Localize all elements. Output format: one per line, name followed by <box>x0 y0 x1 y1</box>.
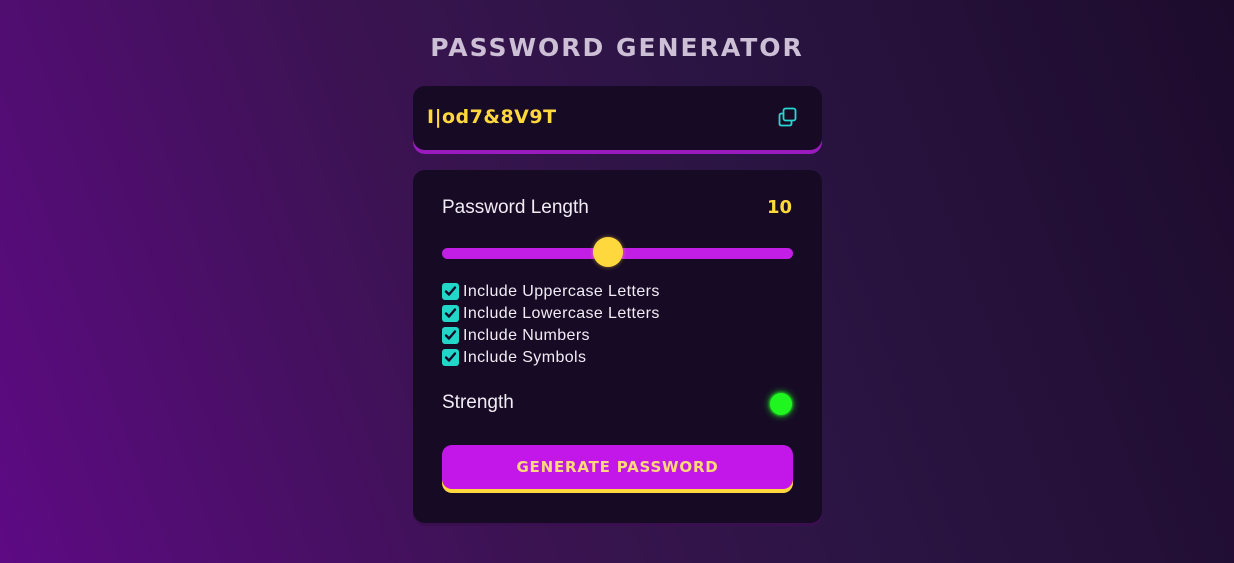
option-label: Include Uppercase Letters <box>463 283 660 300</box>
numbers-checkbox[interactable] <box>442 327 459 344</box>
check-icon <box>444 308 457 318</box>
password-display: I|od7&8V9T <box>413 86 822 150</box>
strength-label: Strength <box>442 392 514 413</box>
option-lowercase[interactable]: Include Lowercase Letters <box>442 303 660 325</box>
option-label: Include Symbols <box>463 349 587 366</box>
copy-icon[interactable] <box>777 106 799 128</box>
generated-password: I|od7&8V9T <box>427 106 557 128</box>
option-label: Include Numbers <box>463 327 590 344</box>
settings-panel: Password Length 10 Include Uppercase Let… <box>413 170 822 523</box>
strength-indicator <box>770 393 792 415</box>
option-label: Include Lowercase Letters <box>463 305 660 322</box>
uppercase-checkbox[interactable] <box>442 283 459 300</box>
check-icon <box>444 352 457 362</box>
option-symbols[interactable]: Include Symbols <box>442 347 660 369</box>
length-slider-thumb[interactable] <box>592 237 623 267</box>
length-label: Password Length <box>442 197 589 218</box>
page-title: PASSWORD GENERATOR <box>430 33 804 62</box>
option-uppercase[interactable]: Include Uppercase Letters <box>442 281 660 303</box>
symbols-checkbox[interactable] <box>442 349 459 366</box>
check-icon <box>444 330 457 340</box>
generate-password-button[interactable]: GENERATE PASSWORD <box>442 445 793 489</box>
check-icon <box>444 286 457 296</box>
option-numbers[interactable]: Include Numbers <box>442 325 660 347</box>
options-list: Include Uppercase Letters Include Lowerc… <box>442 281 660 369</box>
lowercase-checkbox[interactable] <box>442 305 459 322</box>
length-value: 10 <box>766 197 792 218</box>
